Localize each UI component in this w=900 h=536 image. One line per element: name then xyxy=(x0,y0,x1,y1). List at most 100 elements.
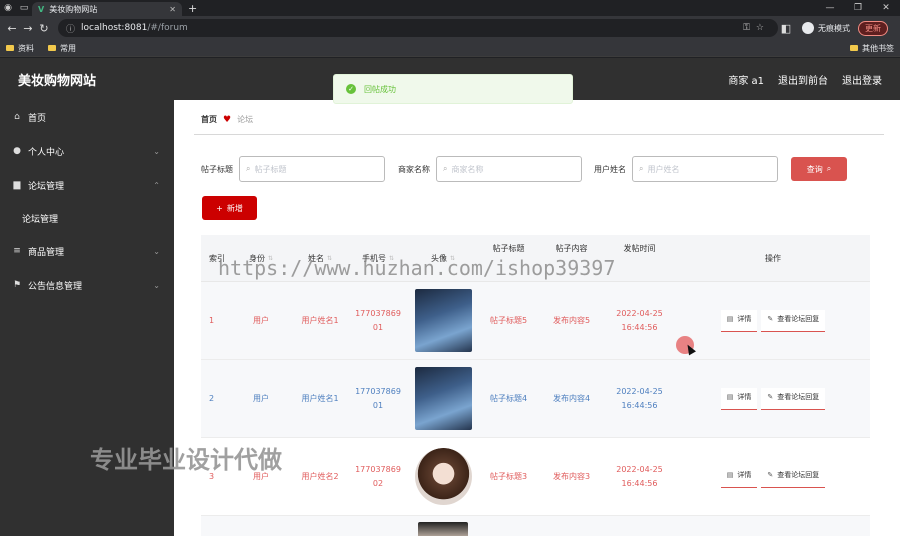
back-to-front-link[interactable]: 退出到前台 xyxy=(778,72,828,87)
time: 16:44:56 xyxy=(621,400,658,410)
window-icon[interactable]: ▭ xyxy=(16,3,32,13)
table-row: 3 用户 用户姓名2 177037869 02 帖子标题3 发布内容3 2022… xyxy=(201,438,870,516)
avatar[interactable] xyxy=(418,522,468,536)
phone-part: 177037869 xyxy=(355,386,401,396)
placeholder: 用户姓名 xyxy=(647,164,680,174)
search-user-group: 用户姓名 ⌕ 用户姓名 xyxy=(594,156,778,182)
detail-label: 详情 xyxy=(737,393,752,402)
sidebar-toggle-icon[interactable]: ◧ xyxy=(778,22,794,35)
avatar[interactable] xyxy=(414,289,472,352)
cell-title: 帖子标题4 xyxy=(489,393,528,403)
search-user-input[interactable]: ⌕ 用户姓名 xyxy=(632,156,778,182)
avatar[interactable] xyxy=(414,448,472,505)
sidebar-item-products[interactable]: ≡ 商品管理 ⌄ xyxy=(0,234,174,268)
back-icon[interactable]: ← xyxy=(4,22,20,35)
add-label: 新增 xyxy=(226,203,243,213)
detail-label: 详情 xyxy=(737,315,752,324)
search-merchant-input[interactable]: ⌕ 商家名称 xyxy=(436,156,582,182)
add-button[interactable]: + 新增 xyxy=(202,196,257,220)
sidebar-item-label: 个人中心 xyxy=(28,147,65,158)
edit-icon: ✎ xyxy=(767,315,774,324)
cell-name: 用户姓名1 xyxy=(301,393,339,403)
folder-icon xyxy=(850,45,858,51)
edit-icon: ✎ xyxy=(767,393,774,402)
search-icon: ⌕ xyxy=(639,164,644,173)
site-title: 美妆购物网站 xyxy=(18,73,97,89)
bookmark-folder-other[interactable]: 其他书签 xyxy=(850,43,894,54)
incognito-profile[interactable]: 无痕模式 xyxy=(802,22,850,34)
minimize-icon[interactable]: — xyxy=(816,3,844,13)
query-button[interactable]: 查询 ⌕ xyxy=(791,157,847,181)
update-button[interactable]: 更新 xyxy=(858,20,888,36)
close-tab-icon[interactable]: ✕ xyxy=(169,5,176,14)
sidebar-subitem-forum[interactable]: 论坛管理 xyxy=(0,202,174,234)
time: 16:44:56 xyxy=(621,478,658,488)
plus-icon: + xyxy=(216,203,223,213)
avatar[interactable] xyxy=(414,367,472,430)
cell-actions: ▤ 详情 ✎ 查看论坛回复 xyxy=(676,387,870,410)
cell-content: 发布内容4 xyxy=(552,393,591,403)
view-replies-button[interactable]: ✎ 查看论坛回复 xyxy=(761,465,826,488)
breadcrumb-home[interactable]: 首页 xyxy=(201,114,217,125)
forward-icon[interactable]: → xyxy=(20,22,36,35)
chevron-down-icon: ⌄ xyxy=(153,246,160,256)
tab-title: 美妆购物网站 xyxy=(49,4,98,14)
chevron-up-icon: ⌃ xyxy=(153,180,160,190)
reload-icon[interactable]: ↻ xyxy=(36,22,52,35)
flag-icon: ⚑ xyxy=(12,280,22,290)
detail-button[interactable]: ▤ 详情 xyxy=(720,309,758,332)
search-icon: ⌕ xyxy=(246,164,251,173)
th-time: 发帖时间 xyxy=(623,244,656,253)
sidebar-item-notices[interactable]: ⚑ 公告信息管理 ⌄ xyxy=(0,268,174,302)
logout-link[interactable]: 退出登录 xyxy=(842,72,882,87)
heart-icon: ♥ xyxy=(223,114,232,125)
new-tab-icon[interactable]: + xyxy=(188,2,197,15)
close-window-icon[interactable]: ✕ xyxy=(872,3,900,13)
time: 16:44:56 xyxy=(621,322,658,332)
sidebar-item-home[interactable]: ⌂ 首页 xyxy=(0,100,174,134)
folder-icon xyxy=(6,45,14,51)
address-toolbar: ← → ↻ ⓘ localhost:8081 /#/forum ⚿☆ ◧ 无痕模… xyxy=(0,16,900,40)
phone-part: 01 xyxy=(372,400,384,410)
sidebar-item-profile[interactable]: ● 个人中心 ⌄ xyxy=(0,134,174,168)
sidebar-item-label: 论坛管理 xyxy=(28,181,65,192)
chevron-down-icon: ⌄ xyxy=(153,146,160,156)
url-actions-icons[interactable]: ⚿☆ xyxy=(743,23,770,33)
maximize-icon[interactable]: ❐ xyxy=(844,3,872,13)
phone-part: 177037869 xyxy=(355,308,401,318)
detail-button[interactable]: ▤ 详情 xyxy=(720,387,758,410)
detail-button[interactable]: ▤ 详情 xyxy=(720,465,758,488)
promo-overlay: 专业毕业设计代做 xyxy=(90,446,282,474)
cell-index: 1 xyxy=(209,315,215,325)
browser-tab[interactable]: V 美妆购物网站 ✕ xyxy=(32,2,182,16)
sidebar-item-forum[interactable]: ▆ 论坛管理 ⌃ xyxy=(0,168,174,202)
watermark-url: https://www.huzhan.com/ishop39397 xyxy=(218,256,616,280)
user-icon: ● xyxy=(13,146,21,156)
query-label: 查询 xyxy=(806,164,823,174)
url-bar[interactable]: ⓘ localhost:8081 /#/forum ⚿☆ xyxy=(58,19,778,37)
reply-label: 查看论坛回复 xyxy=(777,315,820,324)
table-row: 2 用户 用户姓名1 177037869 01 帖子标题4 发布内容4 2022… xyxy=(201,360,870,438)
cell-role: 用户 xyxy=(253,315,269,325)
profile-label: 无痕模式 xyxy=(818,23,850,33)
divider xyxy=(194,134,884,135)
cell-avatar xyxy=(409,289,477,352)
cell-actions: ▤ 详情 ✎ 查看论坛回复 xyxy=(676,465,870,488)
bookmarks-bar: 资料 常用 其他书签 xyxy=(0,40,900,57)
bookmark-label: 其他书签 xyxy=(862,43,894,53)
table-row: 1 用户 用户姓名1 177037869 01 帖子标题5 发布内容5 2022… xyxy=(201,282,870,360)
site-info-icon[interactable]: ⓘ xyxy=(66,22,75,35)
cell-title: 帖子标题5 xyxy=(489,315,528,325)
detail-label: 详情 xyxy=(737,471,752,480)
search-title-label: 帖子标题 xyxy=(201,164,233,174)
bookmark-folder-1[interactable]: 资料 xyxy=(6,43,34,54)
bookmark-folder-2[interactable]: 常用 xyxy=(48,43,76,54)
chevron-down-icon: ⌄ xyxy=(153,280,160,290)
forum-table: 索引 身份 ⇅ 姓名 ⇅ 手机号 ⇅ 头像 ⇅ 帖子标题 帖子内容 发帖时间 操作 1 … xyxy=(201,235,870,536)
search-title-input[interactable]: ⌕ 帖子标题 xyxy=(239,156,385,182)
view-replies-button[interactable]: ✎ 查看论坛回复 xyxy=(761,309,826,332)
view-replies-button[interactable]: ✎ 查看论坛回复 xyxy=(761,387,826,410)
sidebar-item-label: 首页 xyxy=(28,113,47,124)
incognito-icon xyxy=(802,22,814,34)
cell-actions: ▤ 详情 ✎ 查看论坛回复 xyxy=(676,309,870,332)
